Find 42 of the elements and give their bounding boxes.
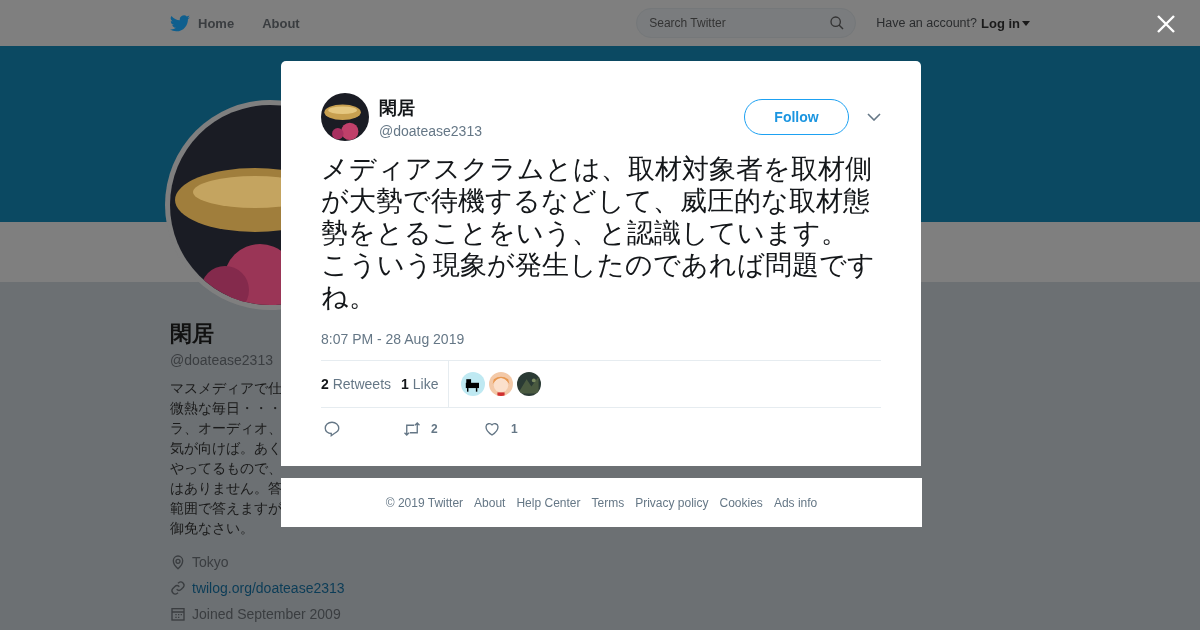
- bird-icon: [170, 14, 190, 32]
- location-icon: [170, 554, 186, 570]
- chevron-down-icon[interactable]: [867, 113, 881, 121]
- footer-link[interactable]: Privacy policy: [635, 495, 709, 510]
- bio-line: 御免なさい。: [170, 519, 254, 538]
- user-avatar[interactable]: [321, 93, 369, 141]
- retweet-button[interactable]: 2: [403, 420, 483, 438]
- caret-icon: [1022, 20, 1030, 26]
- tweet-timestamp: 8:07 PM - 28 Aug 2019: [321, 331, 466, 347]
- bio-line: ラ、オーディオ、: [170, 419, 282, 438]
- follow-button[interactable]: Follow: [744, 99, 849, 135]
- link-icon: [170, 580, 186, 596]
- stat-count[interactable]: 1 Like: [401, 376, 439, 392]
- bio-line: 気が向けば。あく: [170, 439, 282, 458]
- footer-link[interactable]: About: [474, 495, 506, 510]
- search-field[interactable]: Search Twitter: [636, 8, 857, 38]
- bio-line: マスメディアで仕: [170, 379, 282, 398]
- nav-link[interactable]: About: [262, 15, 300, 31]
- close-icon[interactable]: [1156, 14, 1176, 34]
- heart-icon: [483, 420, 501, 438]
- search-icon: [829, 15, 846, 31]
- bio-line: はありません。答: [170, 479, 282, 498]
- footer-link[interactable]: © 2019 Twitter: [385, 495, 464, 510]
- footer-link[interactable]: Ads info: [773, 495, 818, 510]
- calendar-icon: [170, 606, 186, 622]
- user-name: 閑居: [379, 96, 416, 120]
- login-link[interactable]: Log in: [981, 15, 1030, 31]
- bio-line: やってるもので、: [170, 459, 282, 478]
- bio-line: 微熱な毎日・・・: [170, 399, 282, 418]
- tweet-text: メディアスクラムとは、取材対象者を取材側が大勢で待機するなどして、威圧的な取材態勢をとることをいう、と認識しています。: [321, 153, 873, 249]
- footer-link[interactable]: Help Center: [516, 495, 581, 510]
- retweet-icon: [403, 420, 421, 438]
- footer-link[interactable]: Cookies: [719, 495, 763, 510]
- reply-icon: [323, 420, 341, 438]
- tweet-text: こういう現象が発生したのであれば問題ですね。: [321, 249, 876, 313]
- stat-count[interactable]: 2 Retweets: [321, 376, 392, 392]
- footer-link[interactable]: Terms: [591, 495, 625, 510]
- profile-name: 閑居: [170, 320, 214, 348]
- like-button[interactable]: 1: [483, 420, 563, 438]
- nav-link[interactable]: Home: [170, 14, 235, 32]
- account-prompt: Have an account?: [876, 16, 977, 30]
- user-handle: @doatease2313: [379, 122, 483, 139]
